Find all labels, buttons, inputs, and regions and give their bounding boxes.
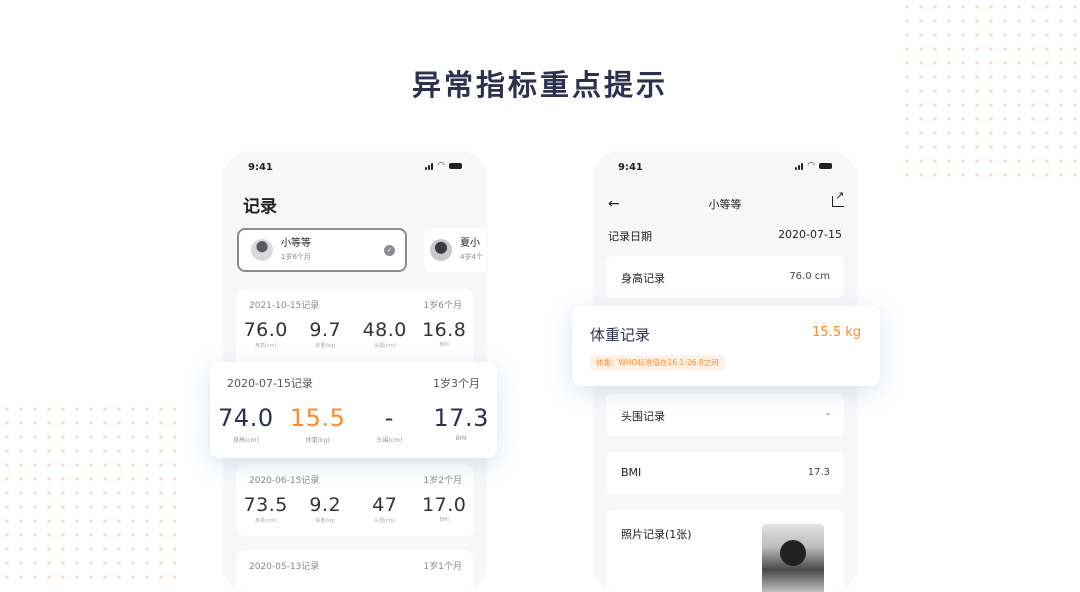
- profile-name: 夏小: [460, 238, 480, 249]
- avatar: [430, 239, 452, 261]
- metric-head: 48.0 头围(cm): [362, 319, 407, 349]
- record-date: 2021-10-15记录: [249, 301, 320, 311]
- row-label: 身高记录: [621, 272, 665, 285]
- wifi-icon: ◠: [437, 161, 445, 171]
- profile-card-selected[interactable]: 小等等 1岁6个月 ✓: [237, 228, 407, 272]
- weight-record-popup[interactable]: 体重记录 15.5 kg 体重：WHO标准值在16.1-26.8之间: [572, 306, 880, 386]
- record-date: 2020-07-15记录: [227, 377, 313, 390]
- record-card[interactable]: 2020-06-15记录 1岁2个月 73.5 身高(cm) 9.2 体重(kg) …: [236, 464, 474, 536]
- signal-icon: [795, 162, 804, 170]
- metric-weight-abnormal: 15.5 体重(kg): [289, 404, 346, 444]
- metric-weight: 9.2 体重(kg): [309, 494, 342, 524]
- record-age: 1岁2个月: [423, 476, 462, 486]
- decorative-dots: [0, 402, 176, 582]
- record-date-label: 记录日期: [608, 230, 652, 243]
- metric-head: - 头围(cm): [376, 404, 403, 444]
- record-date: 2020-06-15记录: [249, 476, 320, 486]
- record-age: 1岁3个月: [433, 377, 480, 390]
- warning-tip: 体重：WHO标准值在16.1-26.8之间: [590, 355, 725, 370]
- metric-head: 47 头围(cm): [372, 494, 398, 524]
- row-value: -: [826, 409, 830, 420]
- record-card[interactable]: 2021-10-15记录 1岁6个月 76.0 身高(cm) 9.7 体重(kg) …: [236, 289, 474, 371]
- record-age: 1岁1个月: [423, 562, 462, 572]
- height-row[interactable]: 身高记录 76.0 cm: [606, 256, 844, 298]
- nav-title: 小等等: [708, 198, 742, 211]
- profile-age: 1岁6个月: [281, 253, 311, 261]
- row-value: 76.0 cm: [789, 271, 830, 282]
- metric-bmi: 16.8 BMI: [422, 319, 467, 348]
- row-label: 头围记录: [621, 410, 665, 423]
- battery-icon: [449, 163, 462, 169]
- metric-height: 76.0 身高(cm): [243, 319, 288, 349]
- record-card[interactable]: 2020-05-13记录 1岁1个月: [236, 550, 474, 592]
- avatar: [251, 239, 273, 261]
- wifi-icon: ◠: [807, 161, 815, 171]
- record-date-value: 2020-07-15: [778, 228, 842, 241]
- row-label: BMI: [621, 466, 642, 479]
- check-icon: ✓: [384, 245, 395, 256]
- head-row[interactable]: 头围记录 -: [606, 394, 844, 436]
- metric-bmi: 17.0 BMI: [422, 494, 467, 523]
- profile-age: 4岁4个: [460, 253, 483, 261]
- battery-icon: [819, 163, 832, 169]
- metric-height: 74.0 身高(cm): [218, 404, 274, 444]
- record-date: 2020-05-13记录: [249, 562, 320, 572]
- header-title: 记录: [243, 197, 277, 217]
- profile-card[interactable]: 夏小 4岁4个: [424, 228, 486, 272]
- share-icon[interactable]: [832, 189, 844, 207]
- profile-name: 小等等: [281, 238, 311, 249]
- record-age: 1岁6个月: [423, 301, 462, 311]
- bmi-row[interactable]: BMI 17.3: [606, 452, 844, 494]
- status-icons: ◠: [425, 161, 462, 171]
- status-time: 9:41: [248, 162, 273, 173]
- metric-height: 73.5 身高(cm): [243, 494, 288, 524]
- signal-icon: [425, 162, 434, 170]
- metric-bmi: 17.3 BMI: [433, 404, 489, 442]
- photo-row[interactable]: 照片记录(1张): [606, 510, 844, 592]
- metric-weight: 9.7 体重(kg): [309, 319, 342, 349]
- weight-value: 15.5 kg: [812, 325, 861, 340]
- status-icons: ◠: [795, 161, 832, 171]
- highlight-record-card[interactable]: 2020-07-15记录 1岁3个月 74.0 身高(cm) 15.5 体重(kg)…: [210, 362, 497, 458]
- row-label: 照片记录(1张): [621, 528, 692, 541]
- row-value: 17.3: [807, 467, 830, 478]
- page-title: 异常指标重点提示: [411, 68, 668, 102]
- status-time: 9:41: [618, 162, 643, 173]
- weight-label: 体重记录: [590, 326, 651, 344]
